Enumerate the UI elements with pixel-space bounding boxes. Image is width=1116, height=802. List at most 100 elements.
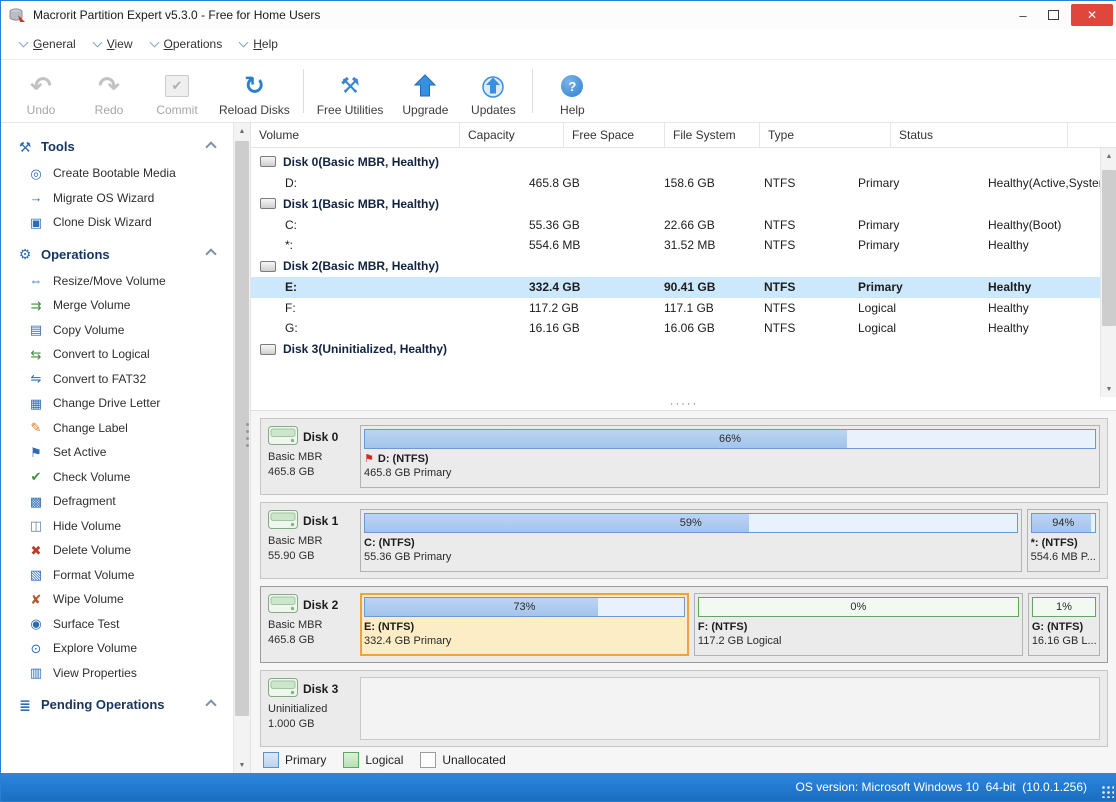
sidebar-item-create-bootable-media[interactable]: ◎Create Bootable Media: [15, 161, 233, 186]
sidebar-item-view-properties[interactable]: ▥View Properties: [15, 661, 233, 686]
partition-label: *: (NTFS): [1031, 537, 1096, 549]
partition-detail: 16.16 GB L...: [1032, 635, 1096, 647]
table-scrollbar[interactable]: ▲ ▼: [1100, 148, 1116, 397]
updates-button[interactable]: Updates: [459, 61, 527, 121]
partition-d-ntfs[interactable]: 66%⚑D: (NTFS)465.8 GB Primary: [360, 425, 1100, 488]
upgrade-button[interactable]: Upgrade: [391, 61, 459, 121]
sidebar-item-merge-volume[interactable]: ⇉Merge Volume: [15, 293, 233, 318]
menu-label: Help: [253, 37, 278, 51]
file-system-cell: NTFS: [756, 238, 850, 252]
commit-button[interactable]: ✔Commit: [143, 61, 211, 121]
bootable-media-icon: ◎: [28, 167, 44, 180]
free-utilities-button[interactable]: ⚒Free Utilities: [309, 61, 392, 121]
sidebar-splitter[interactable]: [245, 423, 249, 447]
table-rows: Disk 0(Basic MBR, Healthy)D:465.8 GB158.…: [251, 151, 1116, 360]
column-header-volume[interactable]: Volume: [251, 123, 460, 147]
disk-icon: [260, 261, 276, 272]
convert-fat32-icon: ⇋: [28, 372, 44, 385]
partition-star-ntfs[interactable]: 94%*: (NTFS)554.6 MB P...: [1027, 509, 1100, 572]
menu-view[interactable]: View: [85, 32, 142, 56]
column-header-free-space[interactable]: Free Space: [564, 123, 665, 147]
set-active-icon: ⚑: [28, 446, 44, 459]
view-properties-icon: ▥: [28, 666, 44, 679]
table-scroll-track[interactable]: [1101, 164, 1116, 381]
scroll-up-icon[interactable]: ▲: [1101, 148, 1116, 164]
sidebar-item-explore-volume[interactable]: ⊙Explore Volume: [15, 636, 233, 661]
sidebar-scrollbar[interactable]: ▲ ▼: [233, 123, 250, 773]
minimize-button[interactable]: –: [1008, 1, 1038, 29]
volume-table: VolumeCapacityFree SpaceFile SystemTypeS…: [251, 123, 1116, 410]
column-header-status[interactable]: Status: [891, 123, 1068, 147]
section-title: Tools: [41, 139, 75, 154]
sidebar-item-check-volume[interactable]: ✔Check Volume: [15, 465, 233, 490]
scroll-down-icon[interactable]: ▼: [1101, 381, 1116, 397]
sidebar-item-format-volume[interactable]: ▧Format Volume: [15, 563, 233, 588]
undo-button[interactable]: ↶Undo: [7, 61, 75, 121]
sidebar-item-change-drive-letter[interactable]: ▦Change Drive Letter: [15, 391, 233, 416]
volume-row-e[interactable]: E:332.4 GB90.41 GBNTFSPrimaryHealthy: [251, 277, 1116, 298]
disk-group-disk-1[interactable]: Disk 1(Basic MBR, Healthy): [251, 193, 1116, 215]
volume-row-star[interactable]: *:554.6 MB31.52 MBNTFSPrimaryHealthy: [251, 235, 1116, 256]
section-header-tools[interactable]: ⚒Tools: [17, 139, 223, 154]
volume-row-g[interactable]: G:16.16 GB16.06 GBNTFSLogicalHealthy: [251, 318, 1116, 339]
sidebar-scroll-track[interactable]: [234, 139, 250, 757]
volume-row-d[interactable]: D:465.8 GB158.6 GBNTFSPrimaryHealthy(Act…: [251, 173, 1116, 194]
sidebar-item-convert-to-fat32[interactable]: ⇋Convert to FAT32: [15, 367, 233, 392]
column-header-file-system[interactable]: File System: [665, 123, 760, 147]
table-header-filler: [1068, 123, 1116, 147]
help-button[interactable]: ?Help: [538, 61, 606, 121]
sidebar-item-convert-to-logical[interactable]: ⇆Convert to Logical: [15, 342, 233, 367]
menu-help[interactable]: Help: [231, 32, 287, 56]
scroll-up-icon[interactable]: ▲: [234, 123, 250, 139]
merge-volume-icon: ⇉: [28, 299, 44, 312]
menu-general[interactable]: General: [11, 32, 85, 56]
column-header-capacity[interactable]: Capacity: [460, 123, 564, 147]
disk-name: Disk 3: [303, 682, 338, 696]
chevron-down-icon: [239, 38, 249, 48]
partition-g-ntfs[interactable]: 1%G: (NTFS)16.16 GB L...: [1028, 593, 1100, 656]
disk-block-disk-0[interactable]: Disk 0Basic MBR465.8 GB66%⚑D: (NTFS)465.…: [260, 418, 1108, 495]
unallocated-region[interactable]: [360, 677, 1100, 740]
partition-f-ntfs[interactable]: 0%F: (NTFS)117.2 GB Logical: [694, 593, 1023, 656]
scroll-down-icon[interactable]: ▼: [234, 757, 250, 773]
redo-button[interactable]: ↷Redo: [75, 61, 143, 121]
disk-block-disk-2[interactable]: Disk 2Basic MBR465.8 GB73%E: (NTFS)332.4…: [260, 586, 1108, 663]
sidebar-item-set-active[interactable]: ⚑Set Active: [15, 440, 233, 465]
resize-grip[interactable]: [1101, 785, 1114, 798]
disk-info: Disk 1Basic MBR55.90 GB: [268, 509, 352, 572]
disk-block-disk-3[interactable]: Disk 3Uninitialized1.000 GB: [260, 670, 1108, 747]
disk-size: 55.90 GB: [268, 550, 352, 562]
close-button[interactable]: ✕: [1071, 4, 1113, 26]
sidebar-item-migrate-os-wizard[interactable]: →Migrate OS Wizard: [15, 186, 233, 211]
sidebar-item-wipe-volume[interactable]: ✘Wipe Volume: [15, 587, 233, 612]
sidebar-item-copy-volume[interactable]: ▤Copy Volume: [15, 318, 233, 343]
volume-row-c[interactable]: C:55.36 GB22.66 GBNTFSPrimaryHealthy(Boo…: [251, 215, 1116, 236]
sidebar-item-label: Surface Test: [53, 617, 119, 631]
partition-e-ntfs[interactable]: 73%E: (NTFS)332.4 GB Primary: [360, 593, 689, 656]
sidebar-item-delete-volume[interactable]: ✖Delete Volume: [15, 538, 233, 563]
disk-group-disk-0[interactable]: Disk 0(Basic MBR, Healthy): [251, 151, 1116, 173]
reload-disks-button[interactable]: ↻Reload Disks: [211, 61, 298, 121]
sidebar-item-change-label[interactable]: ✎Change Label: [15, 416, 233, 441]
section-header-pending-operations[interactable]: ≣Pending Operations: [17, 697, 223, 712]
disk-group-disk-3[interactable]: Disk 3(Uninitialized, Healthy): [251, 339, 1116, 361]
maximize-button[interactable]: [1038, 1, 1068, 29]
table-scroll-thumb[interactable]: [1102, 170, 1116, 326]
usage-percent: 59%: [365, 514, 1017, 532]
sidebar-item-label: Defragment: [53, 494, 116, 508]
usage-bar: 66%: [364, 429, 1096, 449]
partition-c-ntfs[interactable]: 59%C: (NTFS)55.36 GB Primary: [360, 509, 1022, 572]
sidebar-item-clone-disk-wizard[interactable]: ▣Clone Disk Wizard: [15, 210, 233, 235]
toolbar: ↶Undo↷Redo✔Commit↻Reload Disks⚒Free Util…: [1, 60, 1116, 123]
horizontal-splitter[interactable]: ·····: [251, 397, 1116, 410]
sidebar-item-defragment[interactable]: ▩Defragment: [15, 489, 233, 514]
volume-row-f[interactable]: F:117.2 GB117.1 GBNTFSLogicalHealthy: [251, 298, 1116, 319]
disk-block-disk-1[interactable]: Disk 1Basic MBR55.90 GB59%C: (NTFS)55.36…: [260, 502, 1108, 579]
menu-operations[interactable]: Operations: [142, 32, 232, 56]
disk-group-disk-2[interactable]: Disk 2(Basic MBR, Healthy): [251, 256, 1116, 278]
sidebar-item-hide-volume[interactable]: ◫Hide Volume: [15, 514, 233, 539]
column-header-type[interactable]: Type: [760, 123, 891, 147]
sidebar-item-surface-test[interactable]: ◉Surface Test: [15, 612, 233, 637]
sidebar-item-resize-move-volume[interactable]: ⇔Resize/Move Volume: [15, 269, 233, 294]
section-header-operations[interactable]: ⚙Operations: [17, 247, 223, 262]
